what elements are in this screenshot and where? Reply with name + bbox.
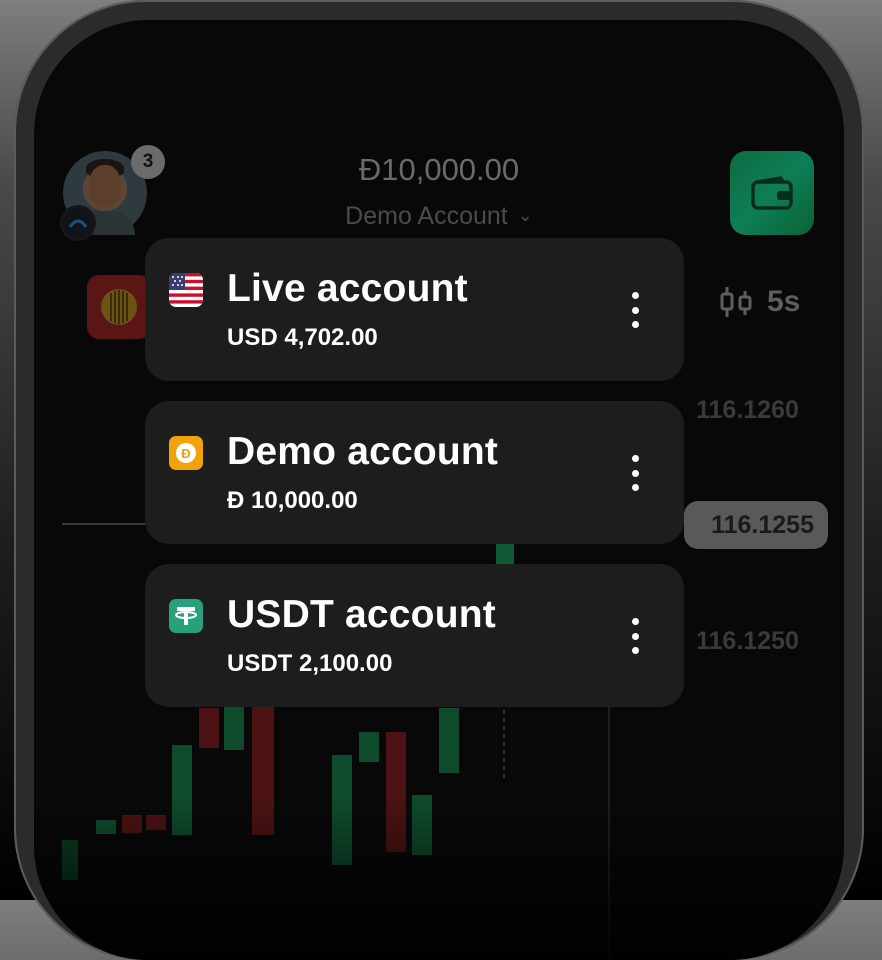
candle: [199, 708, 219, 748]
account-option-live[interactable]: Live account USD 4,702.00: [145, 238, 684, 381]
candle: [496, 542, 514, 564]
candle: [439, 708, 459, 773]
price-label: 116.1260: [696, 396, 799, 424]
more-options-icon[interactable]: [619, 292, 651, 328]
account-name: Live account: [227, 267, 468, 310]
more-options-icon[interactable]: [619, 618, 651, 654]
bottom-fade: [34, 800, 844, 960]
account-name: Demo account: [227, 430, 499, 473]
account-balance: Đ 10,000.00: [227, 487, 358, 514]
account-option-usdt[interactable]: USDT account USDT 2,100.00: [145, 564, 684, 707]
svg-text:Đ: Đ: [181, 446, 190, 461]
account-balance: USD 4,702.00: [227, 324, 378, 351]
tether-icon: [169, 599, 203, 633]
account-option-demo[interactable]: Đ Demo account Đ 10,000.00: [145, 401, 684, 544]
account-balance: USDT 2,100.00: [227, 650, 393, 677]
more-options-icon[interactable]: [619, 455, 651, 491]
candle: [359, 732, 379, 762]
account-name: USDT account: [227, 593, 496, 636]
price-label: 116.1250: [696, 627, 799, 655]
candle: [224, 705, 244, 750]
current-price-label: 116.1255: [711, 510, 814, 539]
demo-coin-icon: Đ: [169, 436, 203, 470]
us-flag-icon: [169, 273, 203, 307]
current-price-badge: 116.1255: [684, 501, 828, 549]
